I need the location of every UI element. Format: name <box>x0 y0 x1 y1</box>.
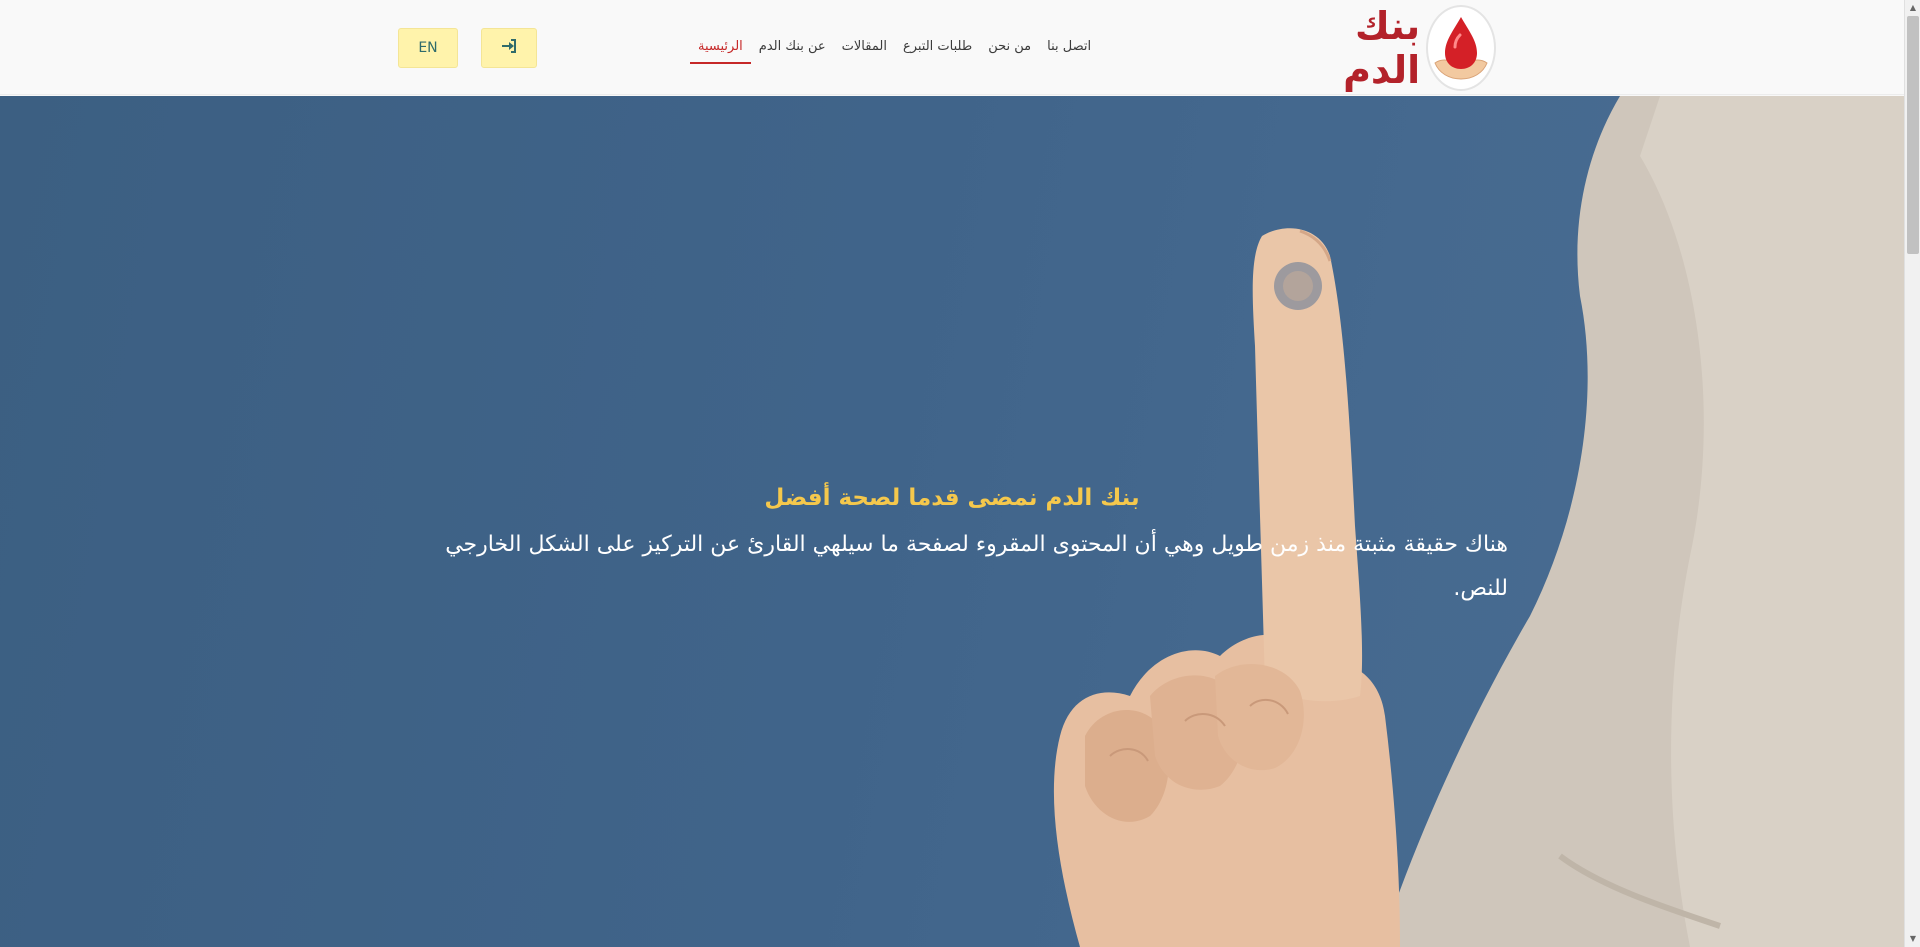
hero-background-image <box>1053 96 1904 947</box>
page-scrollbar[interactable]: ▲ ▼ <box>1904 0 1920 947</box>
nav-item-about-us[interactable]: من نحن <box>980 31 1039 64</box>
main-nav: الرئيسية عن بنك الدم المقالات طلبات التب… <box>690 28 1091 66</box>
blood-drop-hand-icon <box>1426 5 1496 91</box>
language-button[interactable]: EN <box>398 28 458 68</box>
scroll-up-arrow-icon[interactable]: ▲ <box>1905 0 1920 16</box>
hero-description: هناك حقيقة مثبتة منذ زمن طويل وهي أن الم… <box>445 532 1508 601</box>
sign-in-icon <box>501 38 517 58</box>
scroll-down-arrow-icon[interactable]: ▼ <box>1905 931 1920 947</box>
hero-banner: بنك الدم نمضى قدما لصحة أفضل هناك حقيقة … <box>0 96 1904 947</box>
nav-item-donation-requests[interactable]: طلبات التبرع <box>895 31 980 64</box>
login-button[interactable] <box>481 28 537 68</box>
nav-item-about-bank[interactable]: عن بنك الدم <box>751 31 834 64</box>
brand-name: بنك الدم <box>1343 4 1421 92</box>
nav-item-articles[interactable]: المقالات <box>834 31 895 64</box>
brand-logo[interactable]: بنك الدم <box>1278 4 1496 92</box>
nav-item-home[interactable]: الرئيسية <box>690 31 751 64</box>
hero-title: بنك الدم نمضى قدما لصحة أفضل <box>764 485 1140 511</box>
nav-item-contact[interactable]: اتصل بنا <box>1039 31 1099 64</box>
site-header: بنك الدم الرئيسية عن بنك الدم المقالات ط… <box>0 0 1904 95</box>
scroll-thumb[interactable] <box>1907 16 1919 254</box>
